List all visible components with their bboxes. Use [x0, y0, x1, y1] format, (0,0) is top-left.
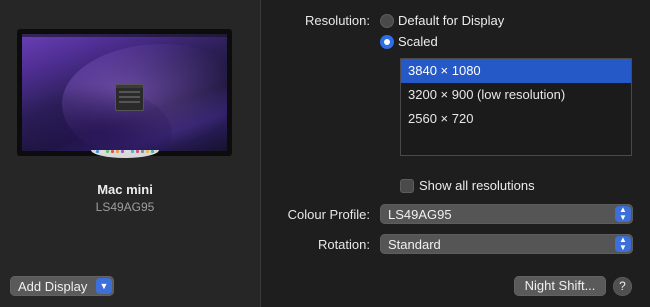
colour-profile-label: Colour Profile: — [287, 207, 370, 222]
resolution-list[interactable]: 3840 × 1080 3200 × 900 (low resolution) … — [400, 58, 632, 156]
show-all-resolutions-checkbox[interactable] — [400, 179, 414, 193]
resolution-label: Resolution: — [304, 13, 370, 28]
help-button[interactable]: ? — [613, 277, 632, 296]
up-down-arrows-icon: ▲ ▼ — [615, 206, 631, 222]
resolution-option[interactable]: 3840 × 1080 — [401, 59, 631, 83]
radio-default-for-display[interactable] — [380, 14, 394, 28]
resolution-option[interactable]: 2560 × 720 — [401, 107, 631, 131]
resolution-option[interactable]: 3200 × 900 (low resolution) — [401, 83, 631, 107]
rotation-label: Rotation: — [317, 237, 370, 252]
chevron-down-icon[interactable]: ▼ — [96, 278, 112, 294]
radio-scaled-label[interactable]: Scaled — [398, 34, 438, 49]
up-down-arrows-icon: ▲ ▼ — [615, 236, 631, 252]
radio-scaled[interactable] — [380, 35, 394, 49]
mini-window-graphic — [115, 84, 144, 111]
monitor-image — [17, 29, 232, 156]
colour-profile-value: LS49AG95 — [388, 206, 452, 222]
night-shift-button[interactable]: Night Shift... — [514, 276, 606, 296]
device-model: LS49AG95 — [95, 200, 155, 214]
dock-graphic — [96, 150, 154, 153]
rotation-select[interactable]: Standard ▲ ▼ — [380, 234, 633, 254]
colour-profile-select[interactable]: LS49AG95 ▲ ▼ — [380, 204, 633, 224]
display-preview-pane: Mac mini LS49AG95 Add Display ▼ — [0, 0, 260, 307]
rotation-value: Standard — [388, 236, 441, 252]
radio-default-for-display-label[interactable]: Default for Display — [398, 13, 504, 28]
add-display-button[interactable]: Add Display ▼ — [10, 276, 114, 296]
show-all-resolutions-label[interactable]: Show all resolutions — [419, 178, 535, 193]
monitor-screen — [22, 34, 227, 151]
device-name: Mac mini — [97, 182, 153, 197]
pane-divider — [260, 0, 261, 307]
add-display-label: Add Display — [18, 278, 88, 294]
